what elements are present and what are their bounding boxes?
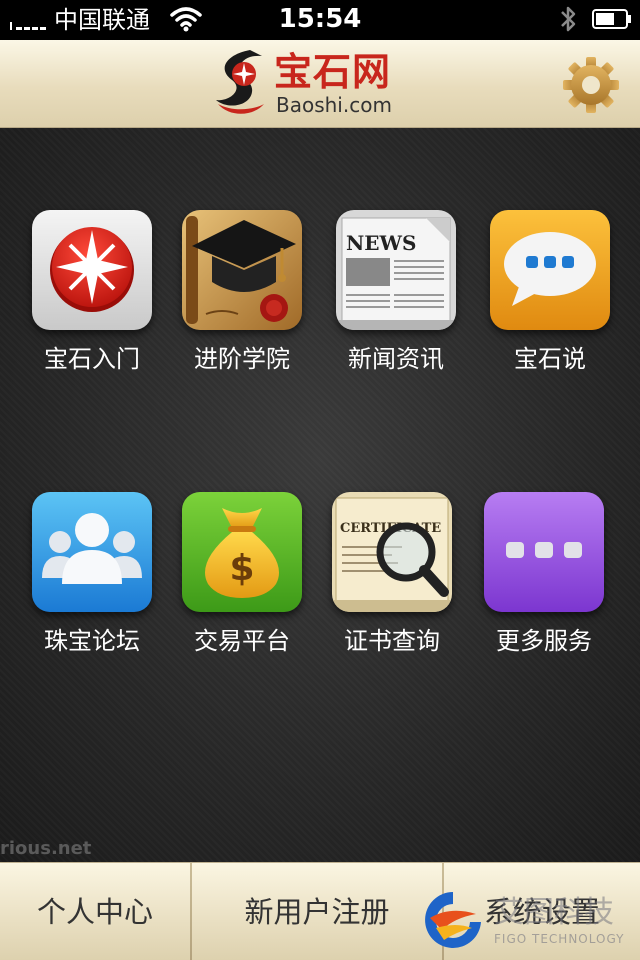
- compass-star-icon: [32, 210, 152, 330]
- logo-english-text: Baoshi.com: [276, 93, 392, 117]
- app-label: 交易平台: [194, 627, 290, 655]
- app-advanced-academy[interactable]: 进阶学院: [164, 210, 320, 400]
- app-label: 进阶学院: [194, 345, 290, 373]
- status-time: 15:54: [278, 4, 362, 34]
- newspaper-icon: NEWS: [336, 210, 456, 330]
- tab-personal-center[interactable]: 个人中心: [0, 863, 190, 960]
- app-label: 新闻资讯: [348, 345, 444, 373]
- watermark-text: rious.net: [0, 838, 92, 859]
- graduation-cap-icon: [182, 210, 302, 330]
- users-icon: [32, 492, 152, 612]
- app-label: 宝石说: [514, 345, 586, 373]
- figo-watermark-logo: 艾图科技 FIGO TECHNOLOGY: [420, 884, 636, 954]
- figo-logo-chinese: 艾图科技: [494, 895, 614, 930]
- bluetooth-icon: [561, 6, 576, 32]
- app-jewelry-forum[interactable]: 珠宝论坛: [14, 492, 170, 682]
- svg-text:$: $: [229, 548, 254, 589]
- app-trading-platform[interactable]: $ 交易平台: [164, 492, 320, 682]
- app-label: 证书查询: [344, 627, 440, 655]
- baoshi-logo: 宝石网 Baoshi.com: [210, 46, 440, 122]
- figo-logo-english: FIGO TECHNOLOGY: [494, 932, 625, 946]
- app-label: 更多服务: [496, 627, 592, 655]
- more-dots-icon: [484, 492, 604, 612]
- logo-chinese-text: 宝石网: [274, 50, 392, 94]
- app-gem-talk[interactable]: 宝石说: [472, 210, 628, 400]
- app-gem-intro[interactable]: 宝石入门: [14, 210, 170, 400]
- battery-icon: [592, 9, 631, 29]
- app-label: 珠宝论坛: [44, 627, 140, 655]
- app-header: 宝石网 Baoshi.com: [0, 40, 640, 128]
- baoshi-logo-mark-icon: [216, 50, 264, 114]
- app-more-services[interactable]: 更多服务: [466, 492, 622, 682]
- app-certificate-query[interactable]: CERTIFICATE 证书查询: [314, 492, 470, 682]
- gear-icon[interactable]: [562, 56, 620, 114]
- news-masthead: NEWS: [346, 231, 416, 255]
- speech-bubble-icon: [490, 210, 610, 330]
- figo-logo-icon: [425, 892, 481, 948]
- certificate-search-icon: CERTIFICATE: [332, 492, 452, 612]
- money-bag-icon: $: [182, 492, 302, 612]
- app-news[interactable]: NEWS 新闻资讯: [318, 210, 474, 400]
- app-grid: 宝石入门 进阶学院 NEWS 新闻资讯 宝石说 珠宝论坛 $ 交易平台 证书查询…: [0, 128, 640, 862]
- status-bar: 中国联通 15:54: [0, 0, 640, 40]
- app-label: 宝石入门: [44, 345, 140, 373]
- tab-new-user-register[interactable]: 新用户注册: [192, 863, 442, 960]
